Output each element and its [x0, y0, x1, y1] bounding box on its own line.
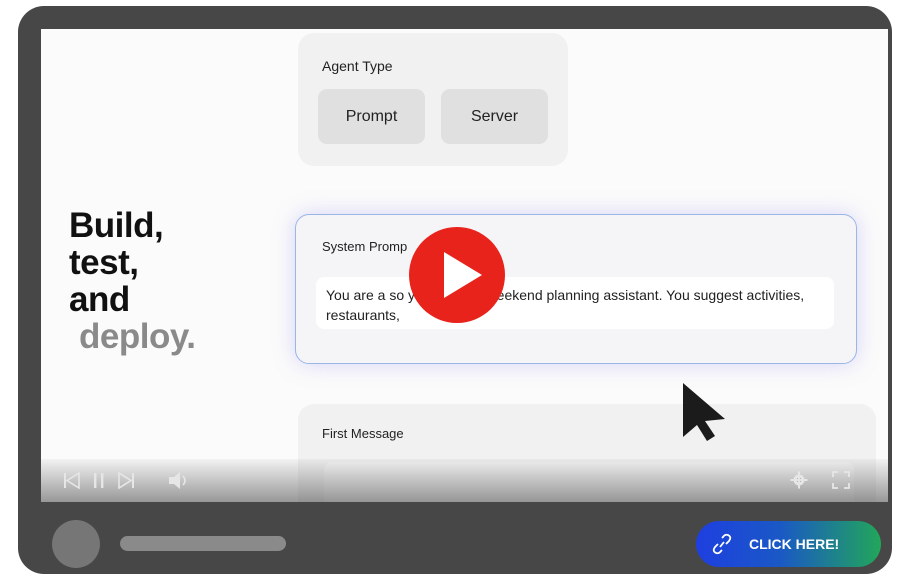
settings-icon[interactable]	[790, 471, 808, 489]
skip-back-icon[interactable]	[63, 472, 81, 489]
first-message-title: First Message	[322, 426, 404, 441]
agent-type-card: Agent Type Prompt Server	[298, 33, 568, 166]
pause-icon[interactable]	[93, 472, 105, 489]
hero-line-3: and	[69, 280, 130, 319]
volume-icon[interactable]	[168, 471, 192, 490]
mouse-cursor-icon	[683, 383, 725, 441]
system-prompt-title: System Promp	[322, 239, 408, 254]
progress-bar[interactable]	[120, 536, 286, 551]
link-icon	[712, 533, 732, 555]
hero-line-4: deploy.	[79, 317, 196, 356]
server-option[interactable]: Server	[441, 89, 548, 144]
avatar[interactable]	[52, 520, 100, 568]
system-prompt-card: System Promp You are a so yet practical …	[295, 214, 857, 364]
hero-text: Build, test, and deploy.	[69, 206, 196, 356]
hero-line-2: test,	[69, 243, 139, 282]
system-prompt-text[interactable]: You are a so yet practical weekend plann…	[316, 277, 834, 329]
play-button[interactable]	[409, 227, 505, 323]
fullscreen-icon[interactable]	[832, 471, 850, 489]
skip-forward-icon[interactable]	[117, 472, 135, 489]
agent-type-title: Agent Type	[322, 58, 393, 74]
play-icon	[444, 252, 482, 298]
player-controls-bar	[41, 459, 888, 502]
hero-line-1: Build,	[69, 206, 164, 245]
click-here-button[interactable]: CLICK HERE!	[696, 521, 881, 567]
prompt-option[interactable]: Prompt	[318, 89, 425, 144]
click-here-label: CLICK HERE!	[749, 536, 840, 552]
